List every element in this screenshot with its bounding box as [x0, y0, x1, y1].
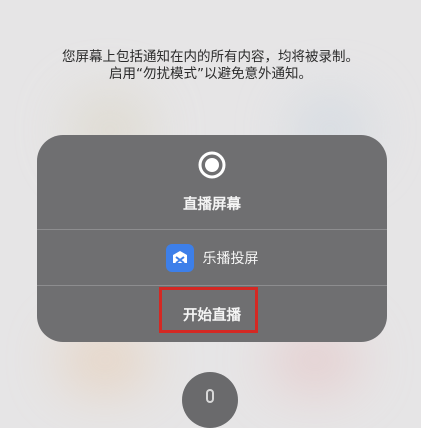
notice-line-2: 启用“勿扰模式”以避免意外通知。 — [109, 66, 312, 82]
microphone-icon — [206, 389, 214, 403]
notice-line-1: 您屏幕上包括通知在内的所有内容，均将被录制。 — [62, 49, 359, 65]
lebo-app-icon — [165, 243, 194, 272]
microphone-button[interactable] — [182, 372, 238, 428]
panel-title: 直播屏幕 — [183, 197, 241, 213]
highlight-box — [159, 287, 258, 333]
recording-notice: 您屏幕上包括通知在内的所有内容，均将被录制。 启用“勿扰模式”以避免意外通知。 — [0, 49, 421, 83]
app-option-lebo[interactable]: 乐播投屏 — [37, 230, 387, 285]
record-icon — [198, 151, 226, 179]
app-name-label: 乐播投屏 — [202, 250, 259, 267]
